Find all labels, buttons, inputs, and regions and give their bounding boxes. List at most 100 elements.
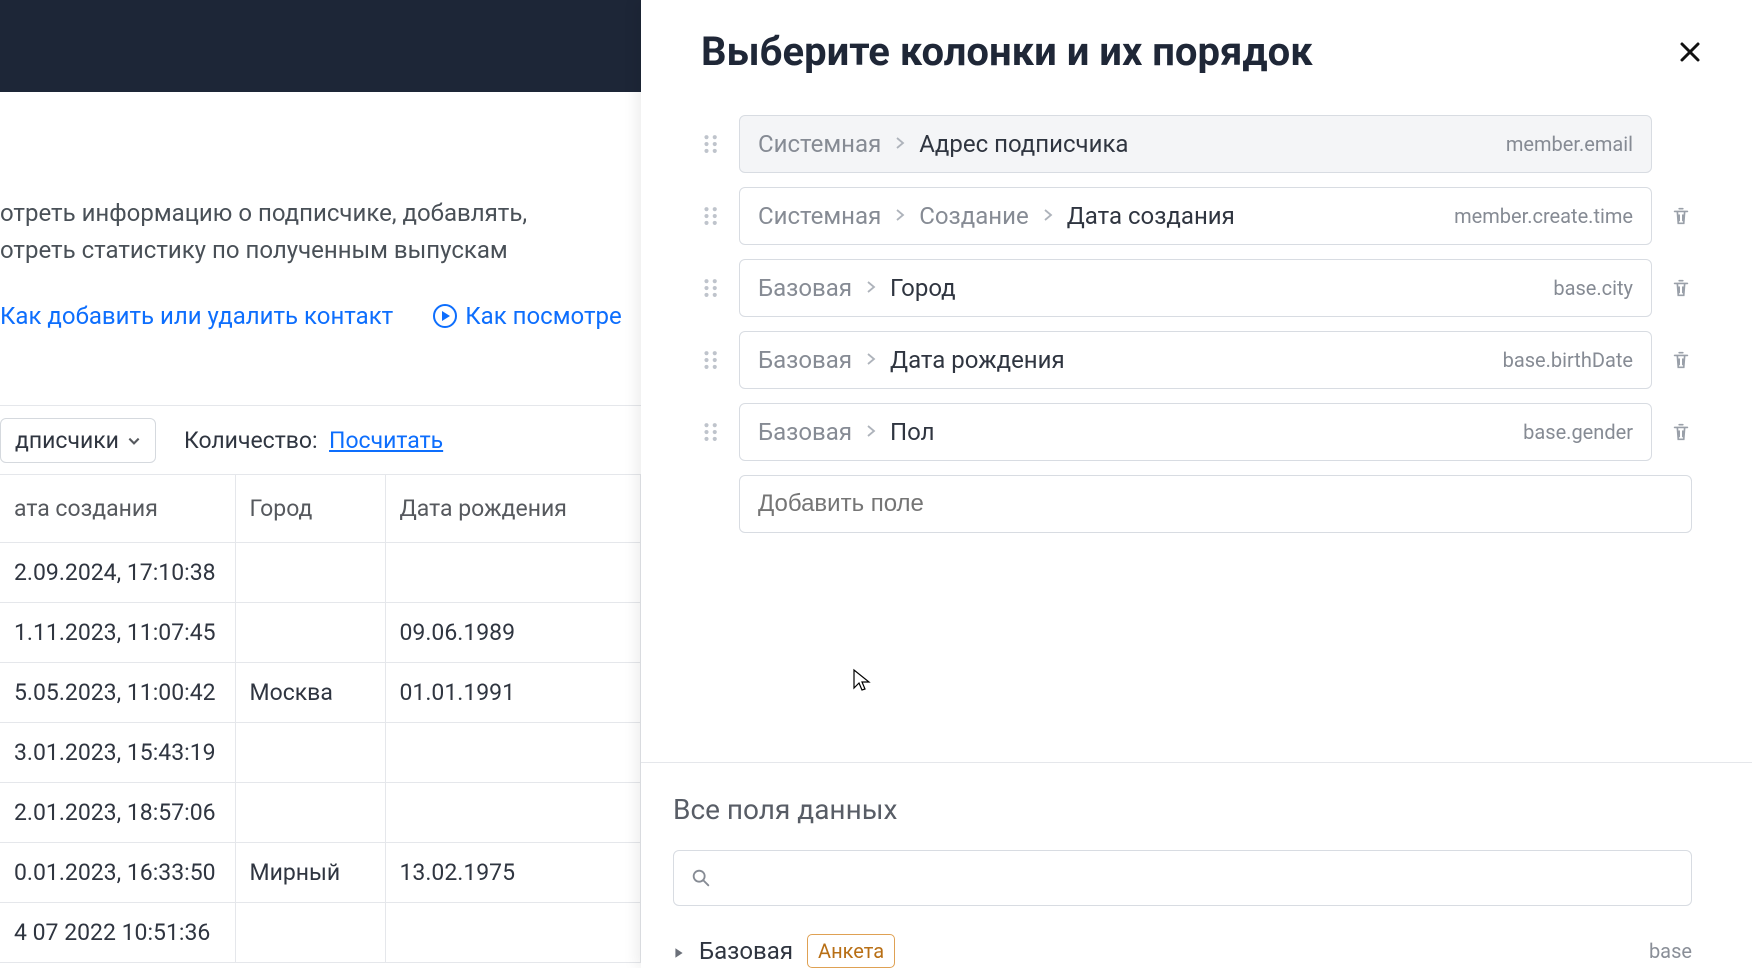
column-api-name: base.city	[1553, 276, 1633, 300]
remove-column-button[interactable]	[1670, 205, 1692, 227]
column-item-gender: Базовая Пол base.gender	[701, 403, 1692, 461]
table-row[interactable]: 0.01.2023, 16:33:50Мирный13.02.1975	[0, 843, 641, 903]
table-row[interactable]: 5.05.2023, 11:00:42Москва01.01.1991	[0, 663, 641, 723]
fields-search-box[interactable]	[673, 850, 1692, 906]
column-box[interactable]: Системная Создание Дата создания member.…	[739, 187, 1652, 245]
column-api-name: base.gender	[1523, 420, 1633, 444]
cell-created: 0.01.2023, 16:33:50	[0, 843, 235, 903]
close-icon	[1678, 40, 1702, 64]
column-api-name: member.create.time	[1454, 204, 1633, 228]
drag-handle-icon[interactable]	[701, 205, 723, 227]
path-seg: Дата рождения	[890, 346, 1065, 374]
play-icon	[433, 304, 457, 328]
cell-birth: 01.01.1991	[385, 663, 641, 723]
fields-search-input[interactable]	[724, 865, 1675, 891]
col-header-city[interactable]: Город	[235, 475, 385, 543]
link-add-remove-contact[interactable]: Как добавить или удалить контакт	[0, 302, 393, 330]
column-api-name: base.birthDate	[1503, 348, 1633, 372]
table-row[interactable]: 2.09.2024, 17:10:38	[0, 543, 641, 603]
link-how-to-view[interactable]: Как посмотре	[433, 302, 621, 330]
remove-column-button[interactable]	[1670, 277, 1692, 299]
cell-created: 2.01.2023, 18:57:06	[0, 783, 235, 843]
drag-handle-icon[interactable]	[701, 421, 723, 443]
all-fields-section: Все поля данных Базовая Анкета base	[641, 762, 1752, 968]
chevron-right-icon	[866, 279, 876, 298]
column-path: Базовая Дата рождения	[758, 346, 1065, 374]
chevron-right-icon	[866, 351, 876, 370]
col-header-created[interactable]: ата создания	[0, 475, 235, 543]
cell-created: 2.09.2024, 17:10:38	[0, 543, 235, 603]
column-box[interactable]: Базовая Город base.city	[739, 259, 1652, 317]
info-paragraph: отреть информацию о подписчике, добавлят…	[0, 195, 641, 269]
count-action-link[interactable]: Посчитать	[329, 427, 443, 454]
cell-birth: 09.06.1989	[385, 603, 641, 663]
column-path: Базовая Пол	[758, 418, 935, 446]
field-group-tag: Анкета	[807, 934, 895, 968]
trash-icon	[1670, 349, 1692, 371]
drag-handle-icon[interactable]	[701, 349, 723, 371]
drag-handle-icon[interactable]	[701, 133, 723, 155]
panel-header: Выберите колонки и их порядок	[641, 0, 1752, 103]
column-box[interactable]: Системная Адрес подписчика member.email	[739, 115, 1652, 173]
path-seg: Базовая	[758, 274, 852, 302]
add-field-input[interactable]	[739, 475, 1692, 533]
column-item-city: Базовая Город base.city	[701, 259, 1692, 317]
caret-right-icon	[673, 937, 685, 965]
remove-column-button[interactable]	[1670, 421, 1692, 443]
chevron-right-icon	[866, 423, 876, 442]
chevron-right-icon	[895, 207, 905, 226]
path-seg: Пол	[890, 418, 935, 446]
subscribers-table: ата создания Город Дата рождения 2.09.20…	[0, 475, 641, 963]
field-group-label: Базовая	[699, 937, 793, 965]
trash-icon	[1670, 421, 1692, 443]
close-button[interactable]	[1672, 34, 1708, 70]
cell-city	[235, 543, 385, 603]
drag-handle-icon[interactable]	[701, 277, 723, 299]
chevron-right-icon	[895, 135, 905, 154]
column-path: Системная Адрес подписчика	[758, 130, 1128, 158]
path-seg: Базовая	[758, 346, 852, 374]
table-row[interactable]: 4 07 2022 10:51:36	[0, 903, 641, 963]
cell-city: Мирный	[235, 843, 385, 903]
path-seg: Адрес подписчика	[919, 130, 1128, 158]
column-item-email: Системная Адрес подписчика member.email	[701, 115, 1692, 173]
table-header-row: ата создания Город Дата рождения	[0, 475, 641, 543]
cell-birth	[385, 543, 641, 603]
subscribers-dropdown[interactable]: дписчики	[0, 418, 156, 463]
count-label: Количество:	[184, 427, 318, 454]
column-box[interactable]: Базовая Пол base.gender	[739, 403, 1652, 461]
column-item-create-time: Системная Создание Дата создания member.…	[701, 187, 1692, 245]
info-line-2: отреть статистику по полученным выпускам	[0, 232, 641, 269]
all-fields-title: Все поля данных	[673, 793, 1692, 826]
col-header-birth[interactable]: Дата рождения	[385, 475, 641, 543]
cell-birth: 13.02.1975	[385, 843, 641, 903]
cell-birth	[385, 903, 641, 963]
path-seg: Город	[890, 274, 956, 302]
path-seg: Системная	[758, 130, 881, 158]
table-row[interactable]: 1.11.2023, 11:07:4509.06.1989	[0, 603, 641, 663]
filter-bar: дписчики Количество: Посчитать	[0, 405, 641, 475]
chevron-down-icon	[127, 427, 141, 454]
column-path: Системная Создание Дата создания	[758, 202, 1235, 230]
cell-created: 5.05.2023, 11:00:42	[0, 663, 235, 723]
cell-city	[235, 903, 385, 963]
column-picker-panel: Выберите колонки и их порядок Системная …	[641, 0, 1752, 968]
chevron-right-icon	[1043, 207, 1053, 226]
cell-birth	[385, 723, 641, 783]
top-navbar	[0, 0, 641, 92]
info-line-1: отреть информацию о подписчике, добавлят…	[0, 195, 641, 232]
trash-icon	[1670, 277, 1692, 299]
table-row[interactable]: 2.01.2023, 18:57:06	[0, 783, 641, 843]
column-box[interactable]: Базовая Дата рождения base.birthDate	[739, 331, 1652, 389]
cell-city: Москва	[235, 663, 385, 723]
column-item-birthdate: Базовая Дата рождения base.birthDate	[701, 331, 1692, 389]
link-how-to-view-label: Как посмотре	[465, 302, 621, 330]
path-seg: Дата создания	[1067, 202, 1235, 230]
path-seg: Создание	[919, 202, 1028, 230]
search-icon	[690, 867, 712, 889]
remove-column-button[interactable]	[1670, 349, 1692, 371]
table-row[interactable]: 3.01.2023, 15:43:19	[0, 723, 641, 783]
selected-columns-list: Системная Адрес подписчика member.email …	[641, 103, 1752, 533]
field-group-row[interactable]: Базовая Анкета base	[673, 916, 1692, 968]
field-group-api: base	[1649, 939, 1692, 963]
